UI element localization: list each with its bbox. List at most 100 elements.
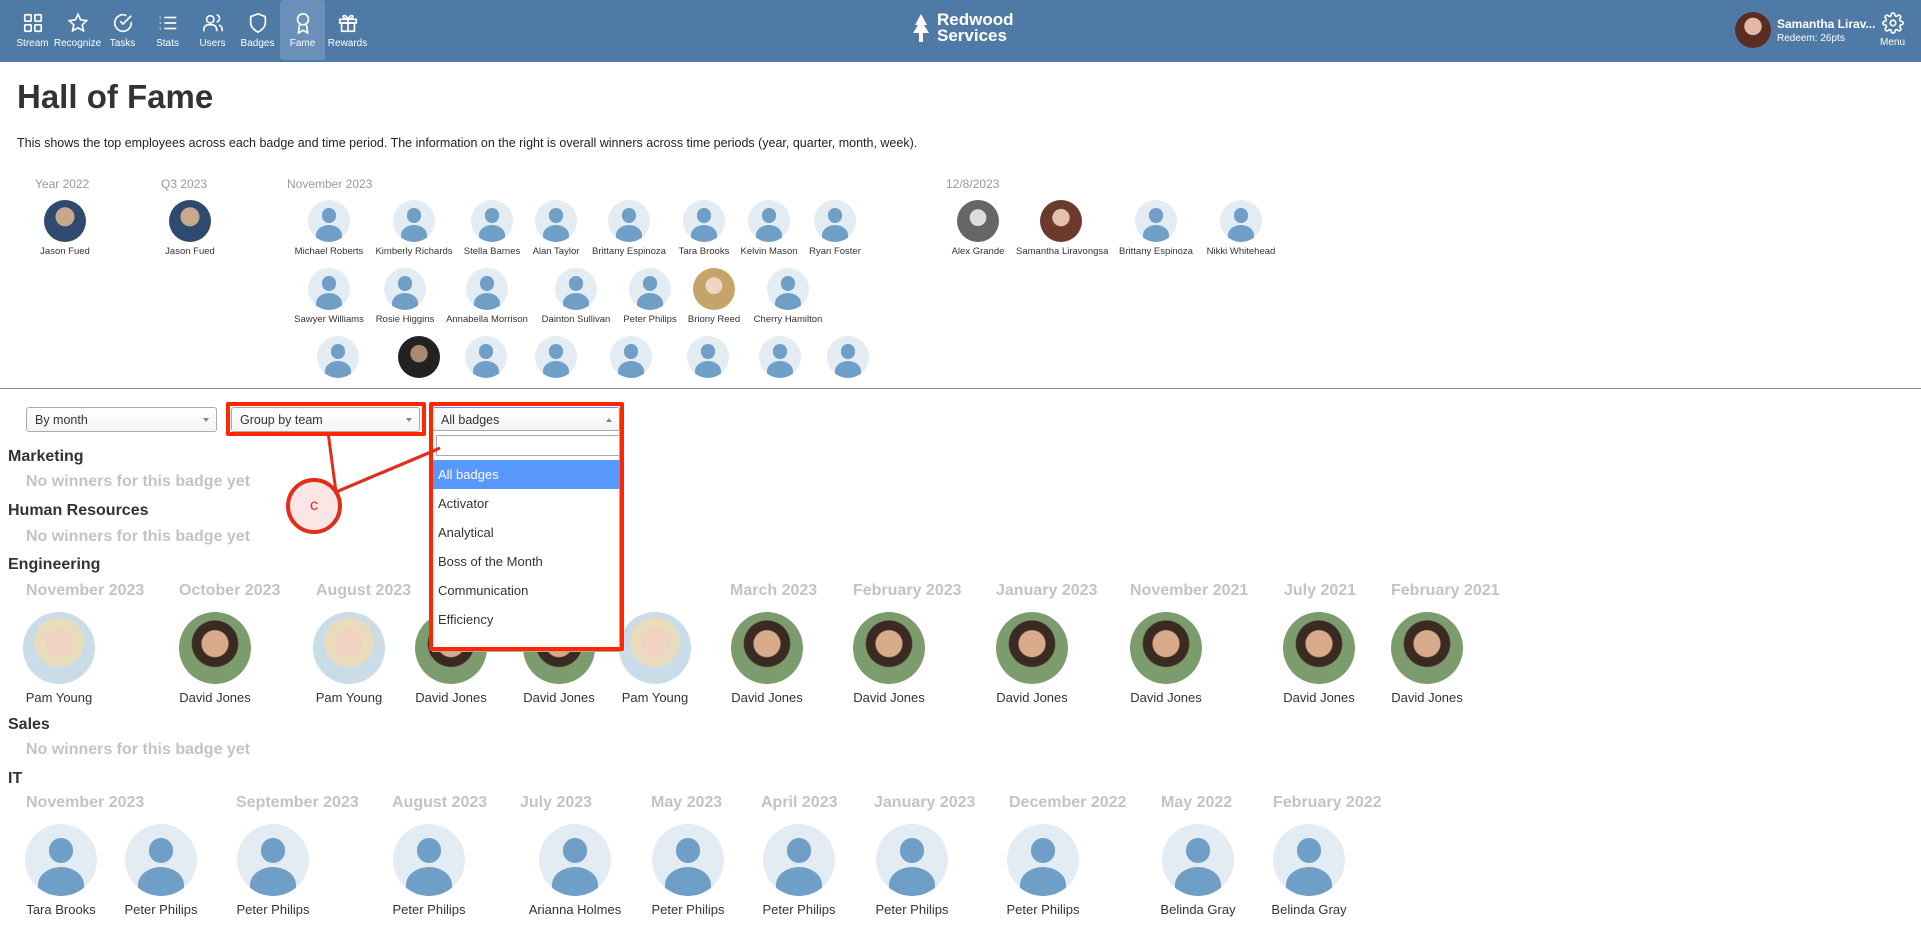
nav-stream[interactable]: Stream: [10, 0, 55, 60]
period-select[interactable]: By month: [26, 407, 217, 432]
winner-card[interactable]: Samantha Liravongsa: [1016, 200, 1108, 257]
avatar: [535, 336, 577, 378]
month-header: November 2023: [26, 582, 145, 599]
winner-card[interactable]: [803, 336, 893, 382]
winner-card[interactable]: David Jones: [834, 612, 944, 705]
winner-card[interactable]: David Jones: [712, 612, 822, 705]
avatar: [608, 200, 650, 242]
winner-card[interactable]: David Jones: [1372, 612, 1482, 705]
month-header: March 2023: [730, 582, 818, 599]
users-icon: [202, 13, 223, 31]
gear-icon: [1881, 12, 1904, 34]
winner-name: Brittany Espinoza: [1119, 246, 1193, 257]
winner-card[interactable]: Tara Brooks: [6, 824, 116, 917]
nav-stats[interactable]: Stats: [145, 0, 190, 60]
chevron-down-icon: [203, 418, 209, 422]
nav-rewards[interactable]: Rewards: [325, 0, 370, 60]
winner-card[interactable]: Annabella Morrison: [442, 268, 532, 325]
empty-message-sales: No winners for this badge yet: [26, 741, 251, 758]
winner-card[interactable]: Peter Philips: [374, 824, 484, 917]
month-header: April 2023: [761, 794, 838, 811]
nav-fame[interactable]: Fame: [280, 0, 325, 60]
winner-name: David Jones: [179, 690, 251, 705]
winner-card[interactable]: Nikki Whitehead: [1196, 200, 1286, 257]
winner-card[interactable]: Michael Roberts: [284, 200, 374, 257]
winner-name: David Jones: [996, 690, 1068, 705]
tree-icon: [913, 14, 929, 42]
winner-card[interactable]: Peter Philips: [106, 824, 216, 917]
winner-card[interactable]: Ryan Foster: [790, 200, 880, 257]
winner-card[interactable]: Belinda Gray: [1143, 824, 1253, 917]
winner-card[interactable]: Peter Philips: [218, 824, 328, 917]
quarter-winner[interactable]: Jason Fued: [145, 200, 235, 257]
winner-name: Peter Philips: [1006, 902, 1080, 917]
avatar: [763, 824, 835, 896]
month-header: September 2023: [236, 794, 359, 811]
avatar: [687, 336, 729, 378]
avatar: [827, 336, 869, 378]
menu-button[interactable]: Menu: [1880, 12, 1905, 48]
winner-card[interactable]: Peter Philips: [988, 824, 1098, 917]
winner-card[interactable]: Alex Grande: [933, 200, 1023, 257]
winner-card[interactable]: David Jones: [977, 612, 1087, 705]
avatar: [23, 612, 95, 684]
winner-card[interactable]: Peter Philips: [633, 824, 743, 917]
winner-name: David Jones: [853, 690, 925, 705]
avatar: [1283, 612, 1355, 684]
month-header: November 2023: [26, 794, 145, 811]
winner-name: Kimberly Richards: [375, 246, 453, 257]
highlight-box-badge: [429, 402, 624, 651]
nav-tasks[interactable]: Tasks: [100, 0, 145, 60]
winner-name: Peter Philips: [651, 902, 725, 917]
winner-card[interactable]: David Jones: [1111, 612, 1221, 705]
winner-card[interactable]: Peter Philips: [744, 824, 854, 917]
winner-name: Peter Philips: [392, 902, 466, 917]
month-header: May 2022: [1161, 794, 1233, 811]
winner-card[interactable]: Belinda Gray: [1254, 824, 1364, 917]
company-logo[interactable]: Redwood Services: [911, 11, 1014, 44]
nav-badges[interactable]: Badges: [235, 0, 280, 60]
avatar: [539, 824, 611, 896]
nav-badges-label: Badges: [240, 37, 275, 49]
winner-name: Belinda Gray: [1271, 902, 1347, 917]
nav-users[interactable]: Users: [190, 0, 235, 60]
month-header: July 2023: [520, 794, 593, 811]
winner-card[interactable]: David Jones: [1264, 612, 1374, 705]
winner-card[interactable]: Peter Philips: [857, 824, 967, 917]
winner-name: Tara Brooks: [26, 902, 96, 917]
nav-fame-label: Fame: [289, 37, 316, 49]
page-description: This shows the top employees across each…: [17, 136, 918, 150]
winner-card[interactable]: [293, 336, 383, 382]
avatar: [767, 268, 809, 310]
winner-card[interactable]: Brittany Espinoza: [1111, 200, 1201, 257]
year-period-label: Year 2022: [35, 177, 90, 191]
winner-card[interactable]: Cherry Hamilton: [743, 268, 833, 325]
winner-name: Cherry Hamilton: [753, 314, 823, 325]
winner-card[interactable]: Pam Young: [294, 612, 404, 705]
avatar: [25, 824, 97, 896]
winner-card[interactable]: Arianna Holmes: [520, 824, 630, 917]
winner-card[interactable]: Rosie Higgins: [360, 268, 450, 325]
empty-message-hr: No winners for this badge yet: [26, 528, 251, 545]
winner-name: Pam Young: [315, 690, 383, 705]
winner-card[interactable]: Kimberly Richards: [369, 200, 459, 257]
avatar: [555, 268, 597, 310]
month-header: August 2023: [392, 794, 488, 811]
user-profile[interactable]: Samantha Lirav... Redeem: 26pts: [1735, 12, 1875, 48]
month-period-label: November 2023: [287, 177, 373, 191]
nav-recognize[interactable]: Recognize: [53, 0, 102, 60]
winner-name: Jason Fued: [40, 246, 90, 257]
month-header: May 2023: [651, 794, 723, 811]
month-header: August 2023: [316, 582, 412, 599]
star-icon: [66, 11, 89, 32]
year-winner[interactable]: Jason Fued: [20, 200, 110, 257]
avatar: [876, 824, 948, 896]
avatar: [629, 268, 671, 310]
winner-card[interactable]: David Jones: [160, 612, 270, 705]
winner-name: Belinda Gray: [1160, 902, 1236, 917]
winner-name: Annabella Morrison: [446, 314, 528, 325]
winner-card[interactable]: Pam Young: [4, 612, 114, 705]
nav-tasks-label: Tasks: [109, 37, 136, 49]
month-header: November 2021: [1130, 582, 1249, 599]
nav-recognize-label: Recognize: [53, 37, 102, 49]
